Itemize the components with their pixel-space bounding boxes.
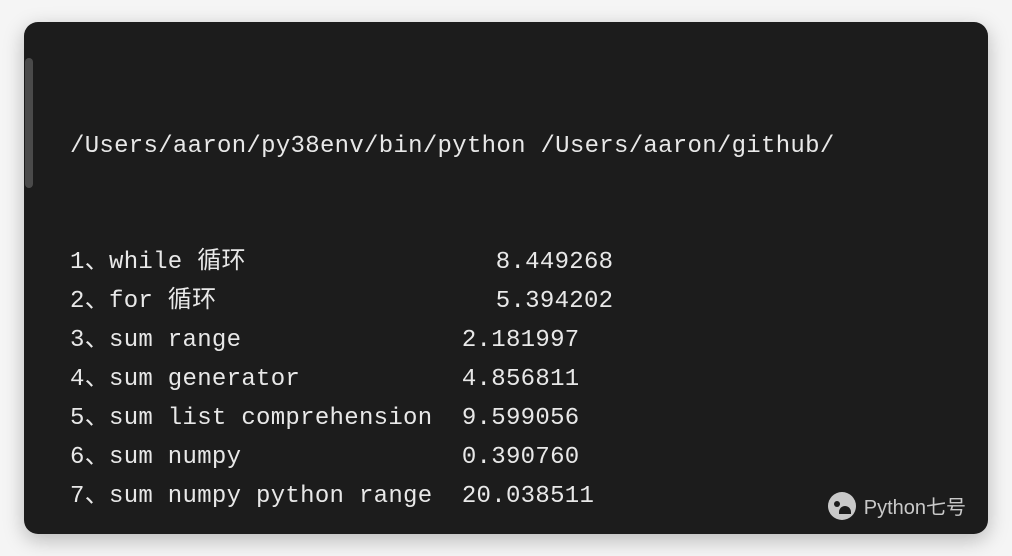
command-line: /Users/aaron/py38env/bin/python /Users/a… bbox=[70, 128, 988, 167]
result-row: 6、sum numpy 0.390760 bbox=[70, 439, 988, 478]
terminal-output: /Users/aaron/py38env/bin/python /Users/a… bbox=[24, 22, 988, 534]
result-row: 3、sum range 2.181997 bbox=[70, 322, 988, 361]
result-row: 5、sum list comprehension 9.599056 bbox=[70, 400, 988, 439]
benchmark-results: 1、while 循环 8.4492682、for 循环 5.3942023、su… bbox=[70, 244, 988, 516]
terminal-window: /Users/aaron/py38env/bin/python /Users/a… bbox=[24, 22, 988, 534]
watermark: Python七号 bbox=[828, 491, 966, 520]
result-row: 2、for 循环 5.394202 bbox=[70, 283, 988, 322]
result-row: 4、sum generator 4.856811 bbox=[70, 361, 988, 400]
watermark-text: Python七号 bbox=[864, 491, 966, 520]
result-row: 1、while 循环 8.449268 bbox=[70, 244, 988, 283]
wechat-icon bbox=[828, 492, 856, 520]
scrollbar-thumb[interactable] bbox=[25, 58, 33, 188]
